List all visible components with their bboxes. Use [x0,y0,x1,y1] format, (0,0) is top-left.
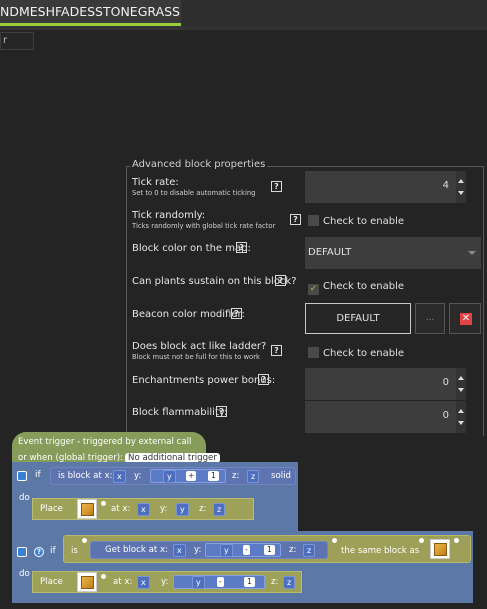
math-block[interactable]: y - 1 [205,543,281,557]
place-block[interactable]: Place at x: x y: y z: z [32,498,254,520]
cube-icon [81,503,94,516]
number-field[interactable]: 1 [264,545,275,555]
spinner-arrows-icon[interactable] [456,368,466,400]
y-variable[interactable]: y [192,576,205,589]
x-variable[interactable]: x [113,470,126,483]
y-variable[interactable]: y [220,544,233,557]
y-variable[interactable]: y [163,470,176,483]
procedure-blocks: Event trigger - triggered by external ca… [0,428,487,609]
tab-mod-element[interactable]: NDMESHFADESSTONEGRASS× [0,0,181,26]
ladder-checkbox[interactable]: Check to enable [308,347,404,359]
enchant-power-label: Enchantments power bonus: [132,375,276,386]
advanced-properties-panel: Advanced block properties Tick rate: Set… [126,159,484,436]
subbar [0,26,487,30]
tick-rate-label: Tick rate: Set to 0 to disable automatic… [132,177,256,197]
is-block-at-condition[interactable]: is block at x: x y: y + 1 z: z solid [50,467,296,485]
tick-randomly-label: Tick randomly: Ticks randomly with globa… [132,210,276,230]
z-variable[interactable]: z [283,576,296,589]
help-icon[interactable]: ? [271,345,282,356]
do-label: do [19,569,30,579]
operator-dropdown[interactable]: + [186,471,197,481]
checkbox-box[interactable] [308,215,319,226]
help-icon[interactable]: ? [236,242,247,253]
gear-icon [419,538,424,543]
gear-icon [332,538,337,543]
help-icon[interactable]: ? [271,181,282,192]
y-variable[interactable]: y [176,503,189,516]
block-image-icon[interactable] [430,539,450,559]
x-variable[interactable]: x [173,544,186,557]
enchant-power-value: 0 [442,377,449,388]
chevron-down-icon [468,251,476,255]
plants-sustain-checkbox[interactable]: ✓ Check to enable [308,281,404,295]
x-variable[interactable]: x [137,503,150,516]
gear-icon [454,538,459,543]
event-trigger-text: Event trigger - triggered by external ca… [18,437,192,447]
block-image-icon[interactable] [77,499,97,519]
beacon-color-picker-button[interactable]: ... [415,303,445,334]
if-label: if [50,546,56,556]
place-block[interactable]: Place at x: x y: y - 1 z: z [32,571,302,593]
do-label: do [19,493,30,503]
ladder-label: Does block act like ladder? Block must n… [132,341,267,361]
help-icon[interactable]: ? [34,547,44,557]
x-variable[interactable]: x [137,576,150,589]
math-block[interactable]: y - 1 [173,575,265,589]
gear-icon[interactable] [17,471,27,481]
tab-title: NDMESHFADESSTONEGRASS [0,4,180,19]
number-field[interactable]: 1 [208,471,219,481]
check-icon[interactable]: ✓ [308,284,319,295]
block-image-icon[interactable] [77,572,97,592]
is-same-block-condition[interactable]: is Get block at x: x y: y - 1 z: z the s… [63,535,471,563]
z-variable[interactable]: z [247,470,260,483]
cube-icon [434,543,447,556]
flammability-value: 0 [442,410,449,421]
help-icon[interactable]: ? [290,214,301,225]
gear-icon[interactable] [17,547,27,557]
z-variable[interactable]: z [303,544,316,557]
gear-icon [101,501,106,506]
beacon-color-clear-button[interactable]: ✕ [449,303,481,334]
spinner-arrows-icon[interactable] [456,171,466,203]
gear-icon [82,538,87,543]
help-icon[interactable]: ? [231,308,242,319]
beacon-color-label: Beacon color modifier: [132,309,245,320]
math-block[interactable]: y + 1 [150,469,226,483]
z-variable[interactable]: z [213,503,226,516]
enchant-power-spinner[interactable]: 0 [305,368,466,400]
number-field[interactable]: 1 [244,577,255,587]
if-block[interactable]: ? if is Get block at x: x y: y - 1 z: z … [12,531,473,603]
plants-sustain-label: Can plants sustain on this block? [132,276,297,287]
map-color-select[interactable]: DEFAULT [305,237,481,269]
gear-icon [101,574,106,579]
close-icon: ✕ [460,313,472,325]
map-color-label: Block color on the map: [132,243,251,254]
get-block-at[interactable]: Get block at x: x y: y - 1 z: z [90,541,328,559]
help-icon[interactable]: ? [258,374,269,385]
search-input[interactable]: r [0,32,34,50]
tick-randomly-checkbox[interactable]: Check to enable [308,215,404,227]
flammability-label: Block flammability: [132,407,228,418]
operator-dropdown[interactable]: - [243,545,250,555]
operator-dropdown[interactable]: - [217,577,224,587]
checkbox-box[interactable] [308,347,319,358]
help-icon[interactable]: ? [275,275,286,286]
help-icon[interactable]: ? [216,406,227,417]
if-label: if [35,470,41,480]
panel-legend: Advanced block properties [130,159,268,170]
tick-rate-spinner[interactable]: 4 [305,171,466,203]
cube-icon [81,576,94,589]
beacon-color-button[interactable]: DEFAULT [305,303,411,334]
tick-rate-value: 4 [442,180,449,191]
tab-bar: NDMESHFADESSTONEGRASS× [0,0,487,26]
